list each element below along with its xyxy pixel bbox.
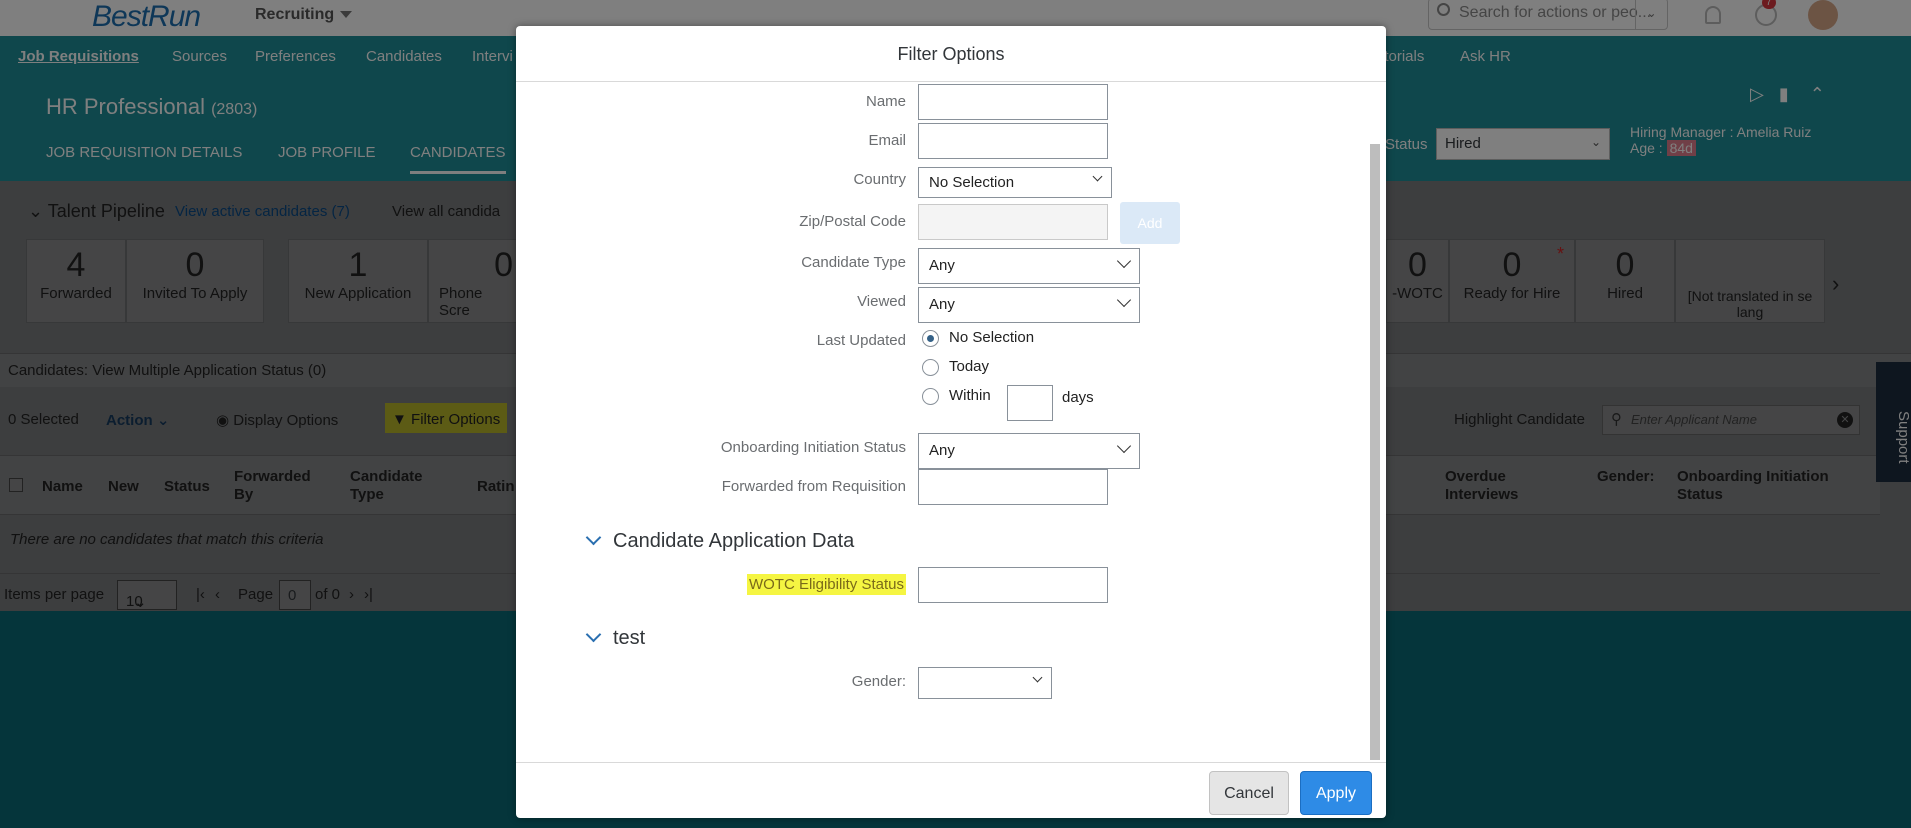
chevron-down-icon	[1116, 438, 1132, 454]
chevron-down-icon	[1092, 171, 1103, 182]
forwarded-from-label: Forwarded from Requisition	[721, 478, 906, 495]
onboarding-status-value: Any	[929, 442, 955, 459]
email-label: Email	[868, 132, 906, 149]
days-label: days	[1062, 389, 1094, 406]
apply-button[interactable]: Apply	[1300, 771, 1372, 815]
dialog-title: Filter Options	[516, 26, 1386, 82]
within-days-input[interactable]	[1007, 385, 1053, 421]
last-updated-no-selection[interactable]: No Selection	[922, 329, 1034, 347]
section-title: Candidate Application Data	[613, 530, 855, 552]
no-selection-label: No Selection	[949, 329, 1035, 346]
onboarding-status-select[interactable]: Any	[918, 433, 1140, 469]
section-title: test	[613, 627, 646, 649]
gender-select[interactable]	[918, 667, 1052, 699]
country-select[interactable]: No Selection	[918, 167, 1112, 198]
today-label: Today	[949, 358, 990, 375]
add-zip-button[interactable]: Add	[1120, 202, 1180, 244]
candidate-type-select[interactable]: Any	[918, 248, 1140, 284]
last-updated-within[interactable]: Within	[922, 387, 991, 405]
section-test[interactable]: test	[585, 626, 646, 650]
last-updated-today[interactable]: Today	[922, 358, 989, 376]
onboarding-status-label: Onboarding Initiation Status	[720, 439, 906, 456]
within-label: Within	[949, 387, 991, 404]
gender-label: Gender:	[851, 673, 906, 690]
country-label: Country	[853, 171, 906, 188]
country-value: No Selection	[929, 174, 1015, 191]
chevron-down-icon	[585, 626, 602, 643]
name-label: Name	[865, 93, 906, 110]
dialog-footer: Cancel Apply	[516, 762, 1386, 818]
wotc-label-text: WOTC Eligibility Status	[746, 574, 906, 595]
zip-field[interactable]	[918, 204, 1108, 240]
viewed-label: Viewed	[857, 293, 906, 310]
zip-label: Zip/Postal Code	[799, 213, 906, 230]
forwarded-from-field[interactable]	[918, 469, 1108, 505]
wotc-label: WOTC Eligibility Status	[516, 574, 906, 595]
wotc-field[interactable]	[918, 567, 1108, 603]
candidate-type-label: Candidate Type	[801, 254, 906, 271]
chevron-down-icon	[1116, 292, 1132, 308]
section-candidate-application-data[interactable]: Candidate Application Data	[585, 529, 855, 553]
radio[interactable]	[922, 358, 939, 376]
radio-selected[interactable]	[922, 329, 939, 347]
viewed-value: Any	[929, 296, 955, 313]
cancel-button[interactable]: Cancel	[1209, 771, 1289, 815]
viewed-select[interactable]: Any	[918, 287, 1140, 323]
chevron-down-icon	[585, 529, 602, 546]
radio[interactable]	[922, 387, 939, 405]
email-field[interactable]	[918, 123, 1108, 159]
candidate-type-value: Any	[929, 257, 955, 274]
filter-options-dialog: Filter Options Name Email Country No Sel…	[516, 26, 1386, 818]
last-updated-label: Last Updated	[816, 332, 906, 349]
name-field[interactable]	[918, 84, 1108, 120]
dialog-scrollbar[interactable]	[1370, 144, 1380, 760]
chevron-down-icon	[1116, 253, 1132, 269]
chevron-down-icon	[1032, 672, 1043, 683]
